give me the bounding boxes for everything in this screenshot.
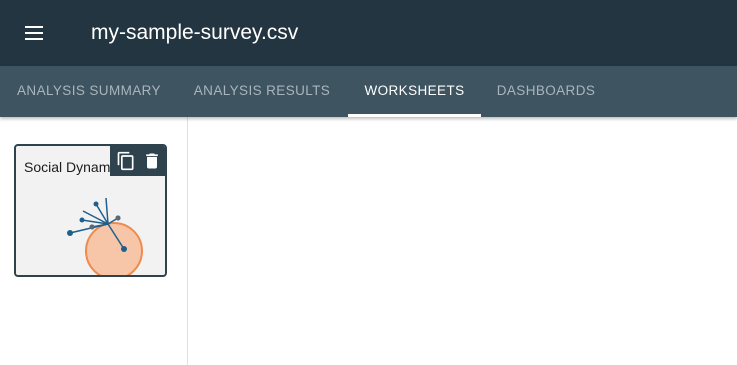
trash-icon[interactable] (142, 151, 162, 171)
tab-dashboards[interactable]: DASHBOARDS (484, 66, 608, 117)
copy-icon[interactable] (116, 151, 136, 171)
tab-worksheets[interactable]: WORKSHEETS (348, 66, 481, 117)
network-graph-icon (56, 194, 151, 275)
tab-bar: ANALYSIS SUMMARY ANALYSIS RESULTS WORKSH… (0, 66, 737, 117)
worksheet-list: Social Dynamics (0, 117, 188, 365)
hamburger-menu-icon[interactable] (23, 22, 45, 44)
app-window: my-sample-survey.csv ANALYSIS SUMMARY AN… (0, 0, 737, 365)
active-tab-indicator (348, 114, 481, 117)
tab-analysis-summary[interactable]: ANALYSIS SUMMARY (0, 66, 178, 117)
worksheet-card[interactable]: Social Dynamics (14, 144, 167, 277)
worksheet-canvas (188, 117, 737, 365)
app-title: my-sample-survey.csv (91, 21, 299, 44)
worksheet-card-actions (110, 146, 165, 176)
app-header: my-sample-survey.csv (0, 0, 737, 66)
tab-analysis-results[interactable]: ANALYSIS RESULTS (180, 66, 344, 117)
